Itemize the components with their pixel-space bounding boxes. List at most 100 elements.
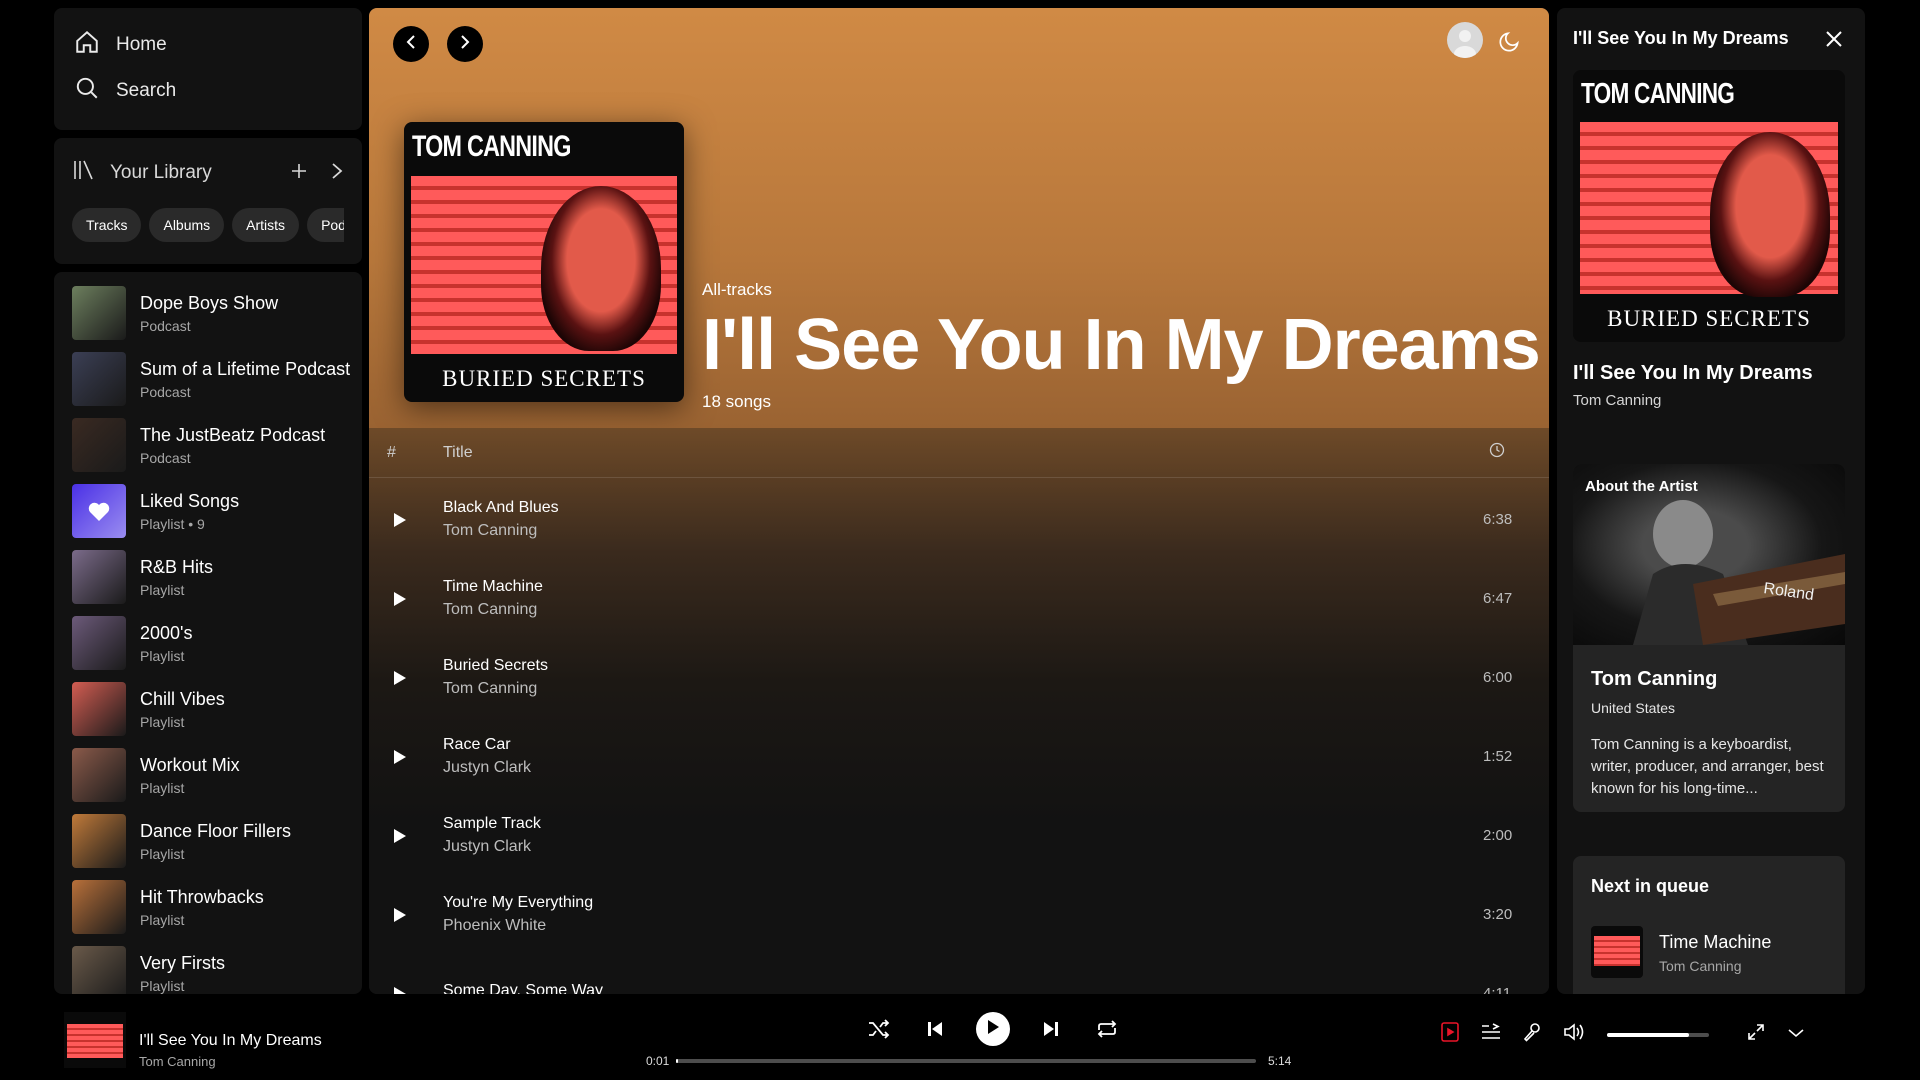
list-item[interactable]: The JustBeatz Podcast Podcast: [64, 412, 352, 478]
playlist-name: Dope Boys Show: [140, 292, 279, 313]
next-icon[interactable]: [1036, 1014, 1066, 1044]
user-avatar[interactable]: [1447, 22, 1483, 58]
queue-icon[interactable]: [1481, 1023, 1501, 1046]
table-row[interactable]: Race Car Justyn Clark 1:52: [369, 717, 1549, 796]
table-row[interactable]: Time Machine Tom Canning 6:47: [369, 559, 1549, 638]
queue-artist[interactable]: Tom Canning: [1659, 958, 1742, 974]
track-duration: 3:20: [1483, 906, 1513, 923]
shuffle-icon[interactable]: [864, 1014, 894, 1044]
list-item[interactable]: Hit Throwbacks Playlist: [64, 874, 352, 940]
chip-artists[interactable]: Artists: [232, 208, 300, 242]
playlist-thumb: [72, 748, 126, 802]
artist-location: United States: [1591, 700, 1676, 716]
track-artist[interactable]: Tom Canning: [443, 522, 1483, 540]
table-row[interactable]: Black And Blues Tom Canning 6:38: [369, 480, 1549, 559]
back-button[interactable]: [393, 26, 429, 62]
list-item[interactable]: Sum of a Lifetime Podcast Podcast: [64, 346, 352, 412]
playlist-name: Liked Songs: [140, 490, 240, 511]
progress-bar[interactable]: [676, 1059, 1256, 1063]
moon-icon[interactable]: [1497, 28, 1523, 54]
nav-panel: Home Search: [54, 8, 362, 130]
track-duration: 6:00: [1483, 669, 1513, 686]
page-title: I'll See You In My Dreams: [702, 305, 1541, 385]
queue-song[interactable]: Time Machine: [1659, 932, 1771, 953]
play-icon[interactable]: [369, 828, 443, 844]
list-item[interactable]: Liked Songs Playlist • 9: [64, 478, 352, 544]
player-song-title[interactable]: I'll See You In My Dreams: [139, 1032, 322, 1050]
list-item[interactable]: Dance Floor Fillers Playlist: [64, 808, 352, 874]
playlist-name: The JustBeatz Podcast: [140, 424, 326, 445]
chip-tracks[interactable]: Tracks: [72, 208, 142, 242]
list-item[interactable]: Workout Mix Playlist: [64, 742, 352, 808]
player-thumb[interactable]: [64, 1012, 126, 1068]
now-playing-artist[interactable]: Tom Canning: [1573, 392, 1661, 409]
table-row[interactable]: Sample Track Justyn Clark 2:00: [369, 796, 1549, 875]
playlist-subtitle: Playlist: [140, 713, 185, 730]
fullscreen-icon[interactable]: [1747, 1023, 1765, 1046]
track-artist[interactable]: Justyn Clark: [443, 759, 1483, 777]
playlist-name: 2000's: [140, 622, 193, 643]
chevron-down-icon[interactable]: [1787, 1026, 1805, 1044]
expand-icon[interactable]: [330, 162, 344, 185]
volume-icon[interactable]: [1563, 1022, 1585, 1047]
play-icon[interactable]: [369, 907, 443, 923]
artist-name: Tom Canning: [1591, 668, 1718, 690]
playlist-thumb: [72, 814, 126, 868]
play-icon[interactable]: [369, 512, 443, 528]
rp-cover-photo: [1580, 122, 1838, 297]
playlist-subtitle: Playlist: [140, 581, 185, 598]
microphone-icon[interactable]: [1523, 1022, 1541, 1047]
track-duration: 1:52: [1483, 748, 1513, 765]
play-icon[interactable]: [369, 591, 443, 607]
track-artist[interactable]: Tom Canning: [443, 601, 1483, 619]
table-row[interactable]: You're My Everything Phoenix White 3:20: [369, 875, 1549, 954]
chip-podcasts[interactable]: Podca: [307, 208, 344, 242]
play-pause-button[interactable]: [976, 1012, 1010, 1046]
nav-search[interactable]: Search: [74, 68, 342, 114]
volume-slider[interactable]: [1607, 1032, 1709, 1037]
add-icon[interactable]: [290, 162, 308, 185]
track-duration: 4:11: [1483, 985, 1512, 994]
playlist-name: Chill Vibes: [140, 688, 225, 709]
playlist-thumb: [72, 550, 126, 604]
playlist-thumb: [72, 286, 126, 340]
list-item[interactable]: Chill Vibes Playlist: [64, 676, 352, 742]
playlist-name: Hit Throwbacks: [140, 886, 264, 907]
player-artist[interactable]: Tom Canning: [139, 1054, 216, 1069]
nav-home[interactable]: Home: [74, 22, 342, 68]
close-icon[interactable]: [1823, 28, 1845, 50]
nav-home-label: Home: [116, 34, 167, 55]
track-artist[interactable]: Phoenix White: [443, 917, 1483, 935]
playlist-thumb: [72, 418, 126, 472]
artist-bio: Tom Canning is a keyboardist, writer, pr…: [1591, 736, 1824, 797]
play-icon[interactable]: [369, 749, 443, 765]
table-row[interactable]: Some Day, Some Way 4:11: [369, 954, 1549, 994]
track-title: Sample Track: [443, 815, 541, 832]
play-icon[interactable]: [369, 670, 443, 686]
list-item[interactable]: R&B Hits Playlist: [64, 544, 352, 610]
previous-icon[interactable]: [920, 1014, 950, 1044]
about-artist-card[interactable]: Roland About the Artist Tom Canning Unit…: [1573, 464, 1845, 812]
col-title: Title: [443, 443, 473, 461]
forward-button[interactable]: [447, 26, 483, 62]
elapsed-time: 0:01: [646, 1054, 670, 1068]
album-type: All-tracks: [702, 280, 772, 299]
playlist-thumb: [72, 880, 126, 934]
now-playing-song[interactable]: I'll See You In My Dreams: [1573, 362, 1813, 385]
play-icon[interactable]: [369, 986, 443, 994]
repeat-icon[interactable]: [1092, 1014, 1122, 1044]
album-hero: TOM CANNING BURIED SECRETS All-tracks I'…: [369, 8, 1549, 428]
song-count: 18 songs: [702, 392, 771, 411]
list-item[interactable]: Very Firsts Playlist: [64, 940, 352, 994]
table-row[interactable]: Buried Secrets Tom Canning 6:00: [369, 638, 1549, 717]
playlist-name: Dance Floor Fillers: [140, 820, 292, 841]
playlist-name: Workout Mix: [140, 754, 240, 775]
track-artist[interactable]: Justyn Clark: [443, 838, 1483, 856]
now-playing-view-icon[interactable]: [1441, 1022, 1459, 1047]
nav-search-label: Search: [116, 80, 177, 101]
chip-albums[interactable]: Albums: [149, 208, 225, 242]
track-artist[interactable]: Tom Canning: [443, 680, 1483, 698]
library-header[interactable]: Your Library: [72, 158, 290, 188]
list-item[interactable]: Dope Boys Show Podcast: [64, 280, 352, 346]
list-item[interactable]: 2000's Playlist: [64, 610, 352, 676]
